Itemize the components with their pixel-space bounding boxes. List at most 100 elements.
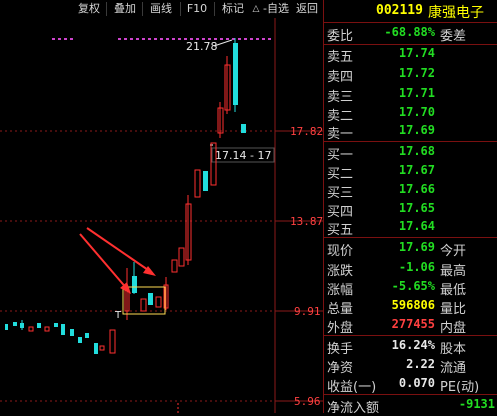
draw-line-button[interactable]: 画线 bbox=[146, 1, 176, 17]
sell-label: 卖三 bbox=[327, 90, 354, 105]
sell-price: 17.70 bbox=[398, 105, 435, 119]
stat-row: 现价 17.69 今开 bbox=[324, 240, 497, 259]
sell-price: 17.71 bbox=[398, 86, 435, 100]
remove-watchlist-button[interactable]: -自选 bbox=[262, 1, 290, 17]
fin-row: 净资 2.22 流通 bbox=[324, 357, 497, 376]
stat-label2: 内盘 bbox=[440, 321, 467, 336]
buy-row[interactable]: 买三 17.66 bbox=[324, 182, 497, 201]
divider bbox=[324, 141, 497, 142]
buy-label: 买一 bbox=[327, 148, 354, 163]
buy-label: 买二 bbox=[327, 167, 354, 182]
divider bbox=[324, 22, 497, 23]
stat-label: 外盘 bbox=[327, 321, 354, 336]
stat-label2: 最高 bbox=[440, 264, 467, 279]
stat-row: 涨幅 -5.65% 最低 bbox=[324, 279, 497, 298]
candles bbox=[5, 38, 246, 354]
toolbar-separator bbox=[214, 2, 215, 16]
buy-price: 17.68 bbox=[398, 144, 435, 158]
chart-toolbar: 复权 叠加 画线 F10 标记 △ -自选 返回 bbox=[0, 0, 323, 18]
stat-label: 现价 bbox=[327, 244, 354, 259]
stock-code: 002119 bbox=[376, 3, 423, 18]
cursor-price-label: 17.14 - 17 bbox=[215, 149, 271, 162]
stat-row: 涨跌 -1.06 最高 bbox=[324, 260, 497, 279]
fin-value: 0.070 bbox=[398, 376, 435, 390]
weibi-label: 委比 bbox=[327, 29, 354, 44]
toolbar-separator bbox=[142, 2, 143, 16]
fin-value: 16.24% bbox=[391, 338, 435, 352]
buy-row[interactable]: 买四 17.65 bbox=[324, 201, 497, 220]
annotation-arrow bbox=[86, 227, 152, 273]
fin-label2: 流通 bbox=[440, 361, 467, 376]
buy-price: 17.64 bbox=[398, 219, 435, 233]
divider bbox=[324, 44, 497, 45]
fin-label2: PE(动) bbox=[440, 380, 480, 395]
divider bbox=[324, 237, 497, 238]
stat-row: 外盘 277455 内盘 bbox=[324, 317, 497, 336]
netflow-label: 净流入额 bbox=[327, 401, 380, 416]
fin-label2: 股本 bbox=[440, 342, 467, 357]
quote-panel: 002119 康强电子 委比 -68.88% 委差 卖五 17.74 卖四 17.7… bbox=[323, 0, 497, 416]
up-arrow-icon[interactable]: △ bbox=[250, 1, 262, 17]
sell-label: 卖二 bbox=[327, 109, 354, 124]
stat-label: 涨跌 bbox=[327, 264, 354, 279]
divider bbox=[324, 335, 497, 336]
buy-row[interactable]: 买五 17.64 bbox=[324, 219, 497, 238]
fin-row: 收益(一) 0.070 PE(动) bbox=[324, 376, 497, 395]
sell-label: 卖一 bbox=[327, 127, 354, 142]
sell-label: 卖四 bbox=[327, 70, 354, 85]
divider bbox=[324, 394, 497, 395]
f10-button[interactable]: F10 bbox=[184, 1, 210, 17]
buy-label: 买五 bbox=[327, 223, 354, 238]
candlestick-chart[interactable]: 17.82 13.87 9.91 5.96 21.78 17.14 - 17 T bbox=[0, 18, 323, 413]
fin-value: 2.22 bbox=[406, 357, 435, 371]
toolbar-separator bbox=[180, 2, 181, 16]
stat-label: 涨幅 bbox=[327, 283, 354, 298]
sell-price: 17.72 bbox=[398, 66, 435, 80]
netflow-value: -9131 bbox=[458, 397, 495, 411]
buy-row[interactable]: 买二 17.67 bbox=[324, 163, 497, 182]
sell-price: 17.69 bbox=[398, 123, 435, 137]
sell-label: 卖五 bbox=[327, 50, 354, 65]
price-label: 13.87 bbox=[290, 215, 323, 228]
annotation-arrow bbox=[79, 233, 129, 291]
netflow-row: 净流入额 -9131 bbox=[324, 397, 497, 416]
weibi-value: -68.88% bbox=[384, 25, 435, 39]
fin-label: 净资 bbox=[327, 361, 354, 376]
stat-value: -5.65% bbox=[391, 279, 435, 293]
fuquan-button[interactable]: 复权 bbox=[74, 1, 104, 17]
buy-row[interactable]: 买一 17.68 bbox=[324, 144, 497, 163]
buy-price: 17.66 bbox=[398, 182, 435, 196]
buy-price: 17.65 bbox=[398, 201, 435, 215]
buy-price: 17.67 bbox=[398, 163, 435, 177]
sell-price: 17.74 bbox=[398, 46, 435, 60]
high-price-label: 21.78 bbox=[186, 40, 218, 53]
fin-label: 收益(一) bbox=[327, 380, 377, 395]
sell-row[interactable]: 卖五 17.74 bbox=[324, 46, 497, 65]
weicha-label: 委差 bbox=[440, 29, 467, 44]
overlay-button[interactable]: 叠加 bbox=[110, 1, 140, 17]
fin-row: 换手 16.24% 股本 bbox=[324, 338, 497, 357]
stat-value: 596806 bbox=[391, 298, 435, 312]
sell-row[interactable]: 卖三 17.71 bbox=[324, 86, 497, 105]
t-marker: T bbox=[114, 310, 122, 321]
price-label: 9.91 bbox=[294, 305, 321, 318]
sell-row[interactable]: 卖四 17.72 bbox=[324, 66, 497, 85]
stock-name: 康强电子 bbox=[428, 5, 484, 21]
buy-label: 买三 bbox=[327, 186, 354, 201]
stat-value: 277455 bbox=[391, 317, 435, 331]
stock-title: 002119 康强电子 bbox=[324, 0, 497, 22]
sell-row[interactable]: 卖一 17.69 bbox=[324, 123, 497, 142]
weibi-row: 委比 -68.88% 委差 bbox=[324, 25, 497, 44]
mark-button[interactable]: 标记 bbox=[218, 1, 248, 17]
sell-row[interactable]: 卖二 17.70 bbox=[324, 105, 497, 124]
stat-label2: 量比 bbox=[440, 302, 467, 317]
stat-label2: 今开 bbox=[440, 244, 467, 259]
fin-label: 换手 bbox=[327, 342, 354, 357]
stat-label2: 最低 bbox=[440, 283, 467, 298]
stat-label: 总量 bbox=[327, 302, 354, 317]
price-label: 17.82 bbox=[290, 125, 323, 138]
stat-row: 总量 596806 量比 bbox=[324, 298, 497, 317]
buy-label: 买四 bbox=[327, 205, 354, 220]
back-button[interactable]: 返回 bbox=[292, 1, 322, 17]
stat-value: 17.69 bbox=[398, 240, 435, 254]
